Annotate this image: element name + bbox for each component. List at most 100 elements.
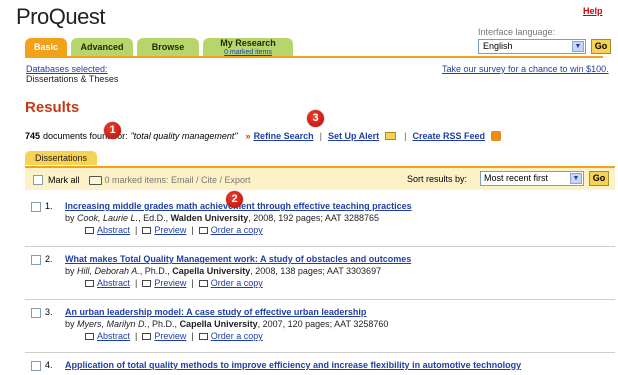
interface-language-label: Interface language: [478,27,556,37]
degree: , Ed.D., [138,213,171,223]
databases-selected-link[interactable]: Databases selected: [26,64,108,74]
page-title: Results [25,99,80,116]
order-icon [198,332,208,340]
tab-my-research[interactable]: My Research 0 marked items [203,38,293,56]
result-links: Abstract | Preview | Order a copy [85,331,263,341]
result-links: Abstract | Preview | Order a copy [85,278,263,288]
result-checkbox[interactable] [31,308,41,318]
my-research-label: My Research [220,38,276,48]
mark-all-label: Mark all [48,175,80,185]
preview-icon [142,332,152,340]
result-number: 2. [45,254,53,264]
proquest-logo: ProQuest [16,4,105,29]
database-name: Dissertations & Theses [26,74,119,84]
order-icon [198,226,208,234]
sort-select[interactable]: Most recent first ▼ [480,171,584,186]
chevron-down-icon[interactable]: ▼ [572,41,584,52]
order-copy-link[interactable]: Order a copy [211,225,263,235]
result-checkbox[interactable] [31,361,41,371]
result-links: Abstract | Preview | Order a copy [85,225,263,235]
separator: | [404,131,407,141]
result-row: 3. An urban leadership model: A case stu… [25,307,615,347]
order-copy-link[interactable]: Order a copy [211,278,263,288]
separator: | [191,278,194,288]
sort-label: Sort results by: [407,174,468,184]
result-byline: by Hill, Deborah A., Ph.D., Capella Univ… [65,266,381,276]
result-title-link[interactable]: An urban leadership model: A case study … [65,307,366,317]
abstract-icon [85,279,94,287]
results-summary: 745 documents found for: "total quality … [25,131,501,141]
language-go-button[interactable]: Go [591,39,611,54]
sort-value: Most recent first [484,173,549,183]
order-copy-link[interactable]: Order a copy [211,331,263,341]
marker-badge: 1 [104,122,121,139]
tab-dissertations[interactable]: Dissertations [25,151,97,165]
create-rss-feed-link[interactable]: Create RSS Feed [412,131,485,141]
abstract-link[interactable]: Abstract [97,225,130,235]
tab-underline [25,56,603,58]
refine-search-link[interactable]: Refine Search [254,131,314,141]
order-icon [198,279,208,287]
mark-all-control[interactable]: Mark all 0 marked items: Email / Cite / … [33,175,251,185]
result-row: 1. Increasing middle grades math achieve… [25,201,615,241]
separator: | [135,278,138,288]
result-byline: by Cook, Laurie L., Ed.D., Walden Univer… [65,213,379,223]
mark-all-checkbox[interactable] [33,175,43,185]
set-up-alert-link[interactable]: Set Up Alert [328,131,379,141]
author-name: Cook, Laurie L. [77,213,139,223]
separator: | [135,331,138,341]
degree: , Ph.D., [139,266,173,276]
help-link[interactable]: Help [583,6,603,16]
separator: | [135,225,138,235]
abstract-icon [85,332,94,340]
result-count: 745 [25,131,41,141]
result-row: 4. Application of total quality methods … [25,360,615,374]
author-name: Myers, Marilyn D. [77,319,148,329]
school-name: Capella University [172,266,251,276]
result-number: 1. [45,201,53,211]
marked-items-actions[interactable]: 0 marked items: Email / Cite / Export [105,175,251,185]
result-byline: by Myers, Marilyn D., Ph.D., Capella Uni… [65,319,388,329]
sort-go-button[interactable]: Go [589,171,609,186]
marker-badge: 2 [226,191,243,208]
row-divider [25,246,615,247]
preview-icon [142,279,152,287]
envelope-icon[interactable] [385,132,397,140]
result-checkbox[interactable] [31,255,41,265]
preview-link[interactable]: Preview [154,225,186,235]
search-query: "total quality management" [130,131,238,141]
preview-icon [142,226,152,234]
publication-details: , 2008, 192 pages; AAT 3288765 [248,213,380,223]
chevron-down-icon[interactable]: ▼ [570,173,582,184]
tab-browse[interactable]: Browse [137,38,199,56]
folder-icon [88,175,102,185]
marker-badge: 3 [307,110,324,127]
school-name: Capella University [179,319,258,329]
publication-details: , 2008, 138 pages; AAT 3303697 [250,266,382,276]
double-arrow-icon: » [245,131,251,141]
author-name: Hill, Deborah A. [77,266,140,276]
by-prefix: by [65,266,75,276]
survey-link[interactable]: Take our survey for a chance to win $100… [442,64,609,74]
tab-advanced[interactable]: Advanced [71,38,133,56]
separator: | [191,225,194,235]
abstract-link[interactable]: Abstract [97,331,130,341]
separator: | [191,331,194,341]
language-value: English [483,41,513,51]
row-divider [25,299,615,300]
preview-link[interactable]: Preview [154,278,186,288]
abstract-link[interactable]: Abstract [97,278,130,288]
result-title-link[interactable]: What makes Total Quality Management work… [65,254,411,264]
result-number: 3. [45,307,53,317]
preview-link[interactable]: Preview [154,331,186,341]
separator: | [319,131,322,141]
by-prefix: by [65,319,75,329]
publication-details: , 2007, 120 pages; AAT 3258760 [257,319,389,329]
row-divider [25,352,615,353]
result-number: 4. [45,360,53,370]
tab-basic[interactable]: Basic [25,38,67,56]
result-title-link[interactable]: Application of total quality methods to … [65,360,521,370]
interface-language-select[interactable]: English ▼ [478,39,586,54]
result-checkbox[interactable] [31,202,41,212]
rss-icon[interactable] [491,131,501,141]
